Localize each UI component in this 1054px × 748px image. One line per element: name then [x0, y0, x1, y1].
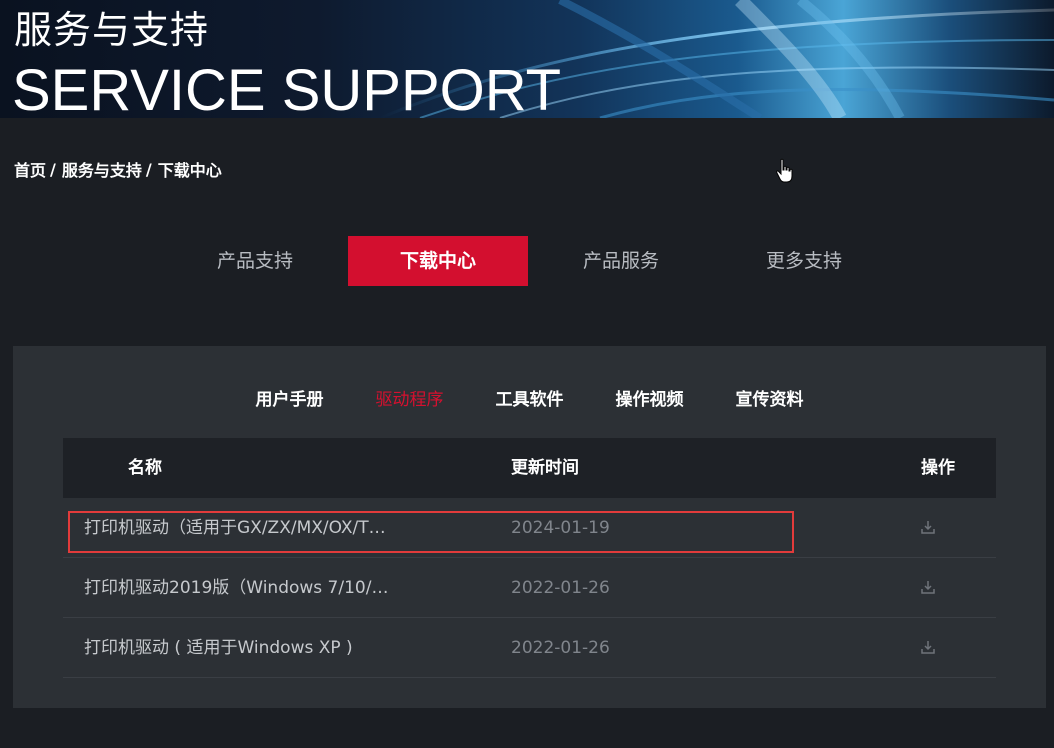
tab-more-support[interactable]: 更多支持	[714, 236, 894, 286]
column-header-action: 操作	[921, 458, 955, 478]
breadcrumb: 首页 / 服务与支持 / 下载中心	[14, 157, 222, 181]
column-header-name: 名称	[128, 458, 162, 478]
file-name-link[interactable]: 打印机驱动2019版（Windows 7/10/…	[84, 558, 388, 618]
file-name-link[interactable]: 打印机驱动 ( 适用于Windows XP )	[84, 618, 353, 678]
breadcrumb-service-support[interactable]: 服务与支持	[62, 157, 142, 181]
breadcrumb-download-center: 下载中心	[157, 161, 222, 180]
subtab-user-manual[interactable]: 用户手册	[256, 386, 324, 414]
update-date: 2022-01-26	[511, 578, 610, 598]
subtab-drivers[interactable]: 驱动程序	[376, 386, 444, 414]
breadcrumb-separator: /	[50, 159, 56, 179]
breadcrumb-home[interactable]: 首页	[14, 157, 46, 181]
subtab-tools[interactable]: 工具软件	[496, 386, 564, 414]
tab-product-service[interactable]: 产品服务	[531, 236, 711, 286]
table-header: 名称 更新时间 操作	[63, 438, 996, 498]
subtab-videos[interactable]: 操作视频	[616, 386, 684, 414]
update-date: 2024-01-19	[511, 518, 610, 538]
download-panel: 用户手册 驱动程序 工具软件 操作视频 宣传资料 名称 更新时间 操作 打印机驱…	[13, 346, 1046, 708]
tab-product-support[interactable]: 产品支持	[165, 236, 345, 286]
download-icon[interactable]	[920, 579, 936, 595]
column-header-date: 更新时间	[511, 458, 579, 478]
main-tabs: 产品支持 下载中心 产品服务 更多支持	[165, 236, 897, 286]
table-row: 打印机驱动 ( 适用于Windows XP ) 2022-01-26	[63, 618, 996, 678]
sub-tabs: 用户手册 驱动程序 工具软件 操作视频 宣传资料	[13, 386, 1046, 414]
download-icon[interactable]	[920, 639, 936, 655]
subtab-promo-materials[interactable]: 宣传资料	[736, 386, 804, 414]
banner-title-en: SERVICE SUPPORT	[12, 58, 562, 118]
tab-download-center[interactable]: 下载中心	[348, 236, 528, 286]
breadcrumb-separator: /	[145, 159, 152, 179]
update-date: 2022-01-26	[511, 638, 610, 658]
banner-title-cn: 服务与支持	[14, 8, 210, 52]
header-banner: 服务与支持 SERVICE SUPPORT	[0, 0, 1054, 118]
table-row: 打印机驱动（适用于GX/ZX/MX/OX/T… 2024-01-19	[63, 498, 996, 558]
hand-pointer-icon	[776, 158, 793, 183]
file-name-link[interactable]: 打印机驱动（适用于GX/ZX/MX/OX/T…	[84, 498, 386, 558]
table-row: 打印机驱动2019版（Windows 7/10/… 2022-01-26	[63, 558, 996, 618]
download-icon[interactable]	[920, 519, 936, 535]
